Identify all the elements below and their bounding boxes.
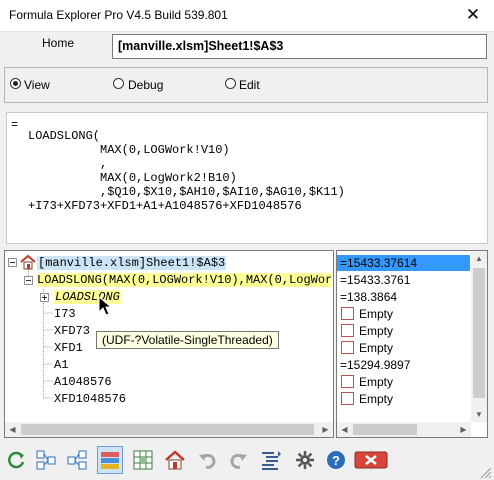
view-radio[interactable] — [10, 78, 21, 89]
collapse-toggle[interactable] — [8, 258, 17, 267]
tree-formula-node[interactable]: LOADSLONG(MAX(0,LOGWork!V10),MAX(0,LogWo… — [37, 273, 331, 287]
value-checkbox[interactable] — [341, 324, 354, 337]
formula-line: = — [11, 118, 19, 132]
value-checkbox[interactable] — [341, 392, 354, 405]
help-button[interactable]: ? — [323, 446, 349, 474]
trace-dependents-button[interactable] — [64, 446, 90, 474]
close-red-icon — [354, 451, 388, 469]
collapse-toggle[interactable] — [24, 276, 33, 285]
grid-select-icon — [133, 450, 153, 470]
value-item[interactable]: Empty — [359, 392, 393, 406]
value-item[interactable]: =15433.37614 — [340, 256, 417, 270]
debug-radio-label[interactable]: Debug — [128, 78, 163, 92]
home-label: Home — [42, 36, 75, 50]
value-item[interactable]: Empty — [359, 307, 393, 321]
settings-button[interactable] — [292, 446, 318, 474]
scroll-down-icon[interactable]: ▼ — [471, 407, 487, 422]
value-item[interactable]: Empty — [359, 341, 393, 355]
scroll-right-icon[interactable]: ▶ — [456, 422, 471, 437]
trace-precedents-icon — [36, 450, 56, 470]
redo-button[interactable] — [226, 446, 252, 474]
scroll-up-icon[interactable]: ▲ — [471, 251, 487, 266]
value-item[interactable]: =15294.9897 — [340, 358, 410, 372]
home-button[interactable] — [162, 446, 188, 474]
mouse-cursor-icon — [98, 296, 113, 316]
refresh-icon — [8, 451, 25, 469]
view-radio-dot — [10, 78, 21, 89]
grid-select-button[interactable] — [130, 446, 156, 474]
window-close-button[interactable]: ✕ — [458, 4, 488, 28]
formula-line: , — [28, 157, 108, 171]
value-item[interactable]: =15433.3761 — [340, 273, 410, 287]
indent-format-button[interactable] — [258, 446, 284, 474]
edit-radio-dot — [225, 78, 236, 89]
resize-grip-icon[interactable] — [479, 466, 492, 479]
tree-ref-node[interactable]: XFD73 — [54, 324, 90, 338]
debug-radio[interactable] — [113, 78, 124, 89]
plus-icon-v — [44, 295, 45, 300]
cell-address-text: [manville.xlsm]Sheet1!$A$3 — [118, 39, 284, 53]
view-radio-label[interactable]: View — [24, 78, 50, 92]
value-checkbox[interactable] — [341, 307, 354, 320]
debug-radio-dot — [113, 78, 124, 89]
indent-format-icon — [262, 451, 281, 470]
value-item[interactable]: =138.3864 — [340, 290, 397, 304]
color-palette-icon — [101, 452, 119, 469]
value-checkbox[interactable] — [341, 341, 354, 354]
tree-ref-node[interactable]: A1 — [54, 358, 68, 372]
refresh-button[interactable] — [4, 446, 30, 474]
home-icon — [165, 450, 185, 470]
minus-icon — [10, 262, 15, 263]
color-palette-button[interactable] — [97, 446, 123, 474]
edit-radio-label[interactable]: Edit — [239, 78, 260, 92]
values-scroll-thumb[interactable] — [353, 424, 417, 435]
values-scroll-thumb[interactable] — [473, 268, 485, 398]
value-checkbox[interactable] — [341, 375, 354, 388]
redo-icon — [230, 453, 247, 469]
value-item[interactable]: Empty — [359, 324, 393, 338]
window-title: Formula Explorer Pro V4.5 Build 539.801 — [9, 8, 228, 22]
trace-precedents-button[interactable] — [33, 446, 59, 474]
tooltip: (UDF-?Volatile-SingleThreaded) — [96, 331, 279, 349]
close-tool-button[interactable] — [353, 446, 389, 474]
minus-icon — [26, 280, 31, 281]
pane-splitter[interactable] — [0, 244, 494, 249]
expand-toggle[interactable] — [40, 293, 49, 302]
tree-scroll-thumb[interactable] — [21, 424, 314, 435]
settings-gear-icon — [296, 451, 314, 469]
value-item[interactable]: Empty — [359, 375, 393, 389]
svg-text:?: ? — [332, 453, 340, 468]
tree-ref-node[interactable]: XFD1 — [54, 341, 83, 355]
tree-ref-node[interactable]: A1048576 — [54, 375, 112, 389]
formula-line: MAX(0,LOGWork!V10) — [28, 143, 230, 157]
tree-root-node[interactable]: [manville.xlsm]Sheet1!$A$3 — [37, 256, 227, 270]
undo-button[interactable] — [194, 446, 220, 474]
scroll-left-icon[interactable]: ◀ — [337, 422, 352, 437]
tree-ref-node[interactable]: XFD1048576 — [54, 392, 126, 406]
scroll-right-icon[interactable]: ▶ — [318, 422, 333, 437]
formula-line: +I73+XFD73+XFD1+A1+A1048576+XFD1048576 — [28, 199, 302, 213]
edit-radio[interactable] — [225, 78, 236, 89]
formula-line: LOADSLONG( — [28, 129, 101, 143]
undo-icon — [199, 453, 216, 469]
home-icon — [20, 254, 36, 270]
tree-ref-node[interactable]: I73 — [54, 307, 76, 321]
formula-line: ,$Q10,$X10,$AH10,$AI10,$AG10,$K11) — [28, 185, 345, 199]
scroll-left-icon[interactable]: ◀ — [5, 422, 20, 437]
formula-line: MAX(0,LogWork2!B10) — [28, 171, 237, 185]
trace-dependents-icon — [67, 450, 87, 470]
help-icon: ? — [327, 451, 345, 469]
